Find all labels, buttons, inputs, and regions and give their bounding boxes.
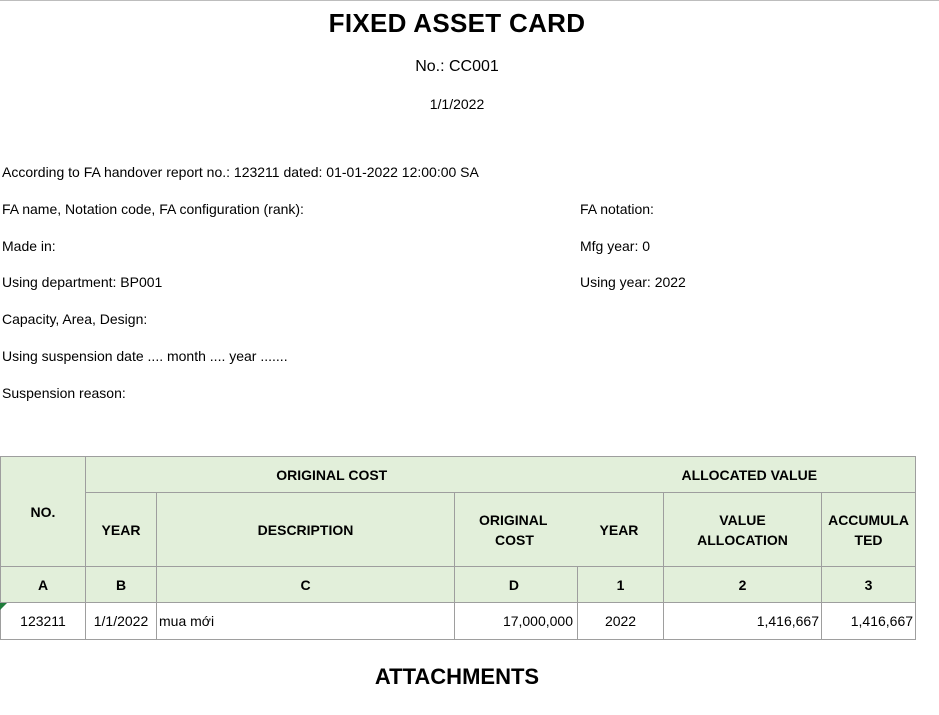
header-value-allocation: VALUE ALLOCATION <box>663 492 823 567</box>
header-no-label: NO. <box>30 503 56 520</box>
cell-year: 1/1/2022 <box>85 602 157 640</box>
mfg-year-line: Mfg year: 0 <box>580 238 651 254</box>
code-1: 1 <box>577 566 665 603</box>
header-alloc-year: YEAR <box>577 492 665 567</box>
cell-original-cost: 17,000,000 <box>453 602 579 640</box>
handover-report-line: According to FA handover report no.: 123… <box>2 164 479 180</box>
cell-note-marker <box>0 603 7 610</box>
fa-notation-line: FA notation: <box>580 201 654 217</box>
header-original-cost: ORIGINAL COST <box>453 492 578 567</box>
cell-alloc-year: 2022 <box>577 602 665 640</box>
cell-description: mua mới <box>156 602 455 640</box>
asset-table: NO. ORIGINAL COST ALLOCATED VALUE YEAR D… <box>0 456 917 640</box>
code-d: D <box>453 566 579 603</box>
capacity-line: Capacity, Area, Design: <box>2 311 148 327</box>
code-c: C <box>156 566 455 603</box>
card-number: No.: CC001 <box>415 58 499 75</box>
header-year: YEAR <box>85 492 157 567</box>
suspension-reason-line: Suspension reason: <box>2 385 126 401</box>
table-row: 123211 1/1/2022 mua mới 17,000,000 2022 … <box>0 602 917 640</box>
cell-value-allocation: 1,416,667 <box>663 602 823 640</box>
code-b: B <box>85 566 157 603</box>
attachments-title: ATTACHMENTS <box>374 664 540 689</box>
code-3: 3 <box>821 566 917 603</box>
card-date: 1/1/2022 <box>429 96 485 112</box>
code-a: A <box>0 566 86 603</box>
header-allocated-value-group: ALLOCATED VALUE <box>577 456 917 493</box>
using-year-line: Using year: 2022 <box>580 274 686 290</box>
suspension-date-line: Using suspension date .... month .... ye… <box>2 348 288 364</box>
header-original-cost-group: ORIGINAL COST <box>84 456 578 493</box>
page-top-border <box>0 0 939 1</box>
made-in-line: Made in: <box>2 238 56 254</box>
header-accumulated: ACCUMULA TED <box>821 492 917 567</box>
cell-accumulated: 1,416,667 <box>821 602 917 640</box>
using-department-line: Using department: BP001 <box>2 274 163 290</box>
card-title: FIXED ASSET CARD <box>328 8 586 38</box>
fa-name-line: FA name, Notation code, FA configuration… <box>2 201 304 217</box>
header-no: NO. <box>0 456 86 567</box>
code-2: 2 <box>663 566 823 603</box>
header-description: DESCRIPTION <box>156 492 455 567</box>
cell-no: 123211 <box>0 602 86 640</box>
